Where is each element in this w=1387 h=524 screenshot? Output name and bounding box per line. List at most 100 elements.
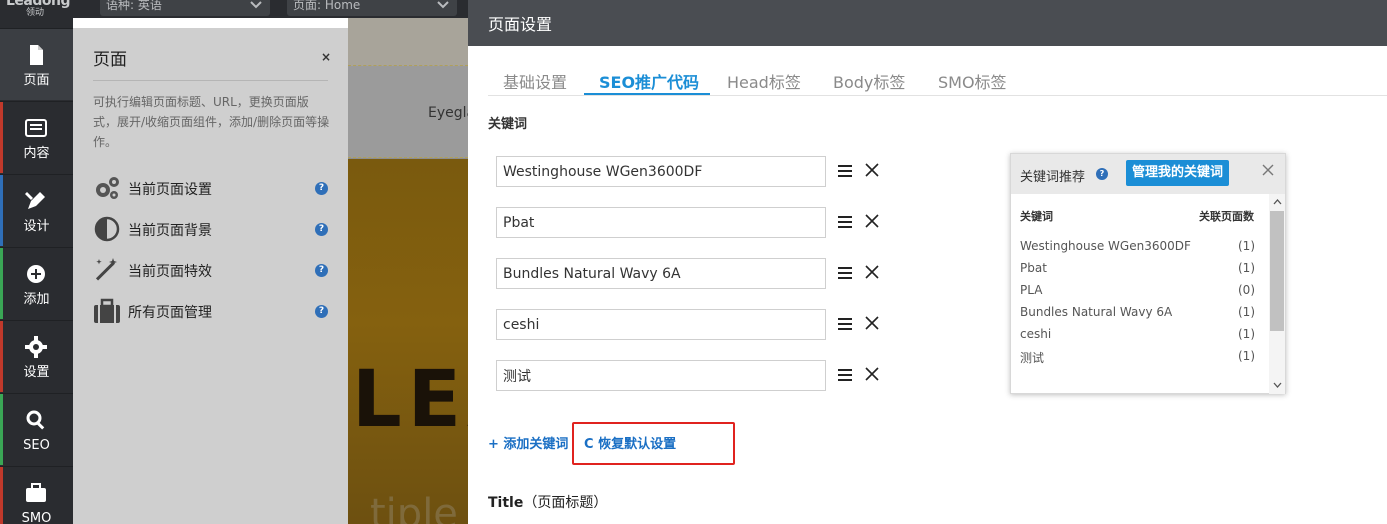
briefcase-icon [94, 298, 120, 323]
keyword-row [496, 309, 896, 340]
add-icon [27, 265, 45, 283]
highlight-box [572, 422, 735, 465]
recommend-row[interactable]: 测试 (1) [1020, 349, 1255, 369]
drag-handle-icon[interactable] [838, 216, 852, 228]
recommend-row[interactable]: Bundles Natural Wavy 6A (1) [1020, 305, 1255, 325]
close-icon[interactable] [865, 367, 879, 381]
page-panel: 页面 × 可执行编辑页面标题、URL，更换页面版式，展开/收缩页面组件，添加/删… [73, 28, 348, 524]
recommend-header: 关键词推荐 ? 管理我的关键词 [1011, 154, 1285, 194]
page-select-value: 页面: Home [293, 0, 361, 12]
recommend-keyword: Westinghouse WGen3600DF [1020, 239, 1191, 253]
nav-label: SMO [21, 511, 52, 524]
column-header-count: 关联页面数 [1199, 210, 1254, 223]
nav-item-settings[interactable]: 设置 [0, 320, 73, 392]
nav-label: 设计 [23, 219, 50, 234]
recommend-count: (1) [1238, 305, 1255, 319]
keyword-input[interactable] [496, 309, 826, 340]
site-preview: Eyegla LEA tiple [348, 18, 468, 524]
nav-label: 内容 [23, 146, 50, 161]
recommend-row[interactable]: Westinghouse WGen3600DF (1) [1020, 239, 1255, 259]
preview-bottom-text: tiple [370, 491, 458, 524]
gears-icon [96, 177, 119, 199]
help-icon[interactable]: ? [315, 305, 328, 318]
all-pages-item[interactable]: 所有页面管理 ? [93, 297, 333, 325]
nav-item-content[interactable]: 内容 [0, 101, 73, 173]
keyword-row [496, 156, 896, 187]
manage-keywords-button[interactable]: 管理我的关键词 [1126, 160, 1230, 186]
page-panel-description: 可执行编辑页面标题、URL，更换页面版式，展开/收缩页面组件，添加/删除页面等操… [93, 95, 330, 149]
recommend-count: (1) [1238, 349, 1255, 363]
tab-head[interactable]: Head标签 [727, 69, 801, 93]
language-select-value: 语种: 英语 [106, 0, 162, 12]
close-icon[interactable] [1262, 164, 1274, 176]
chevron-down-icon [250, 1, 262, 9]
contrast-icon [94, 216, 120, 242]
recommend-row[interactable]: Pbat (1) [1020, 261, 1255, 281]
chevron-down-icon[interactable] [1273, 382, 1282, 389]
chevron-up-icon[interactable] [1273, 198, 1282, 205]
page-effects-item[interactable]: 当前页面特效 ? [93, 256, 333, 284]
language-select[interactable]: 语种: 英语 [100, 0, 270, 16]
help-icon[interactable]: ? [1096, 168, 1108, 180]
tab-basic[interactable]: 基础设置 [503, 69, 567, 93]
preview-big-text: LEA [352, 355, 468, 445]
scrollbar-thumb[interactable] [1270, 211, 1284, 331]
page-settings-dialog: 页面设置 基础设置 SEO推广代码 Head标签 Body标签 SMO标签 关键… [468, 0, 1387, 524]
dialog-header: 页面设置 [468, 0, 1387, 46]
tab-body[interactable]: Body标签 [833, 69, 905, 93]
nav-item-smo[interactable]: SMO [0, 466, 73, 524]
title-field-label: Title（页面标题） [488, 492, 607, 512]
tab-smo[interactable]: SMO标签 [938, 69, 1007, 93]
magic-wand-icon [95, 258, 117, 281]
dialog-title: 页面设置 [488, 15, 553, 34]
nav-label: 设置 [23, 365, 50, 380]
close-icon[interactable] [865, 214, 879, 228]
recommend-row[interactable]: ceshi (1) [1020, 327, 1255, 347]
recommend-count: (1) [1238, 261, 1255, 275]
keyword-input[interactable] [496, 207, 826, 238]
close-icon[interactable] [865, 316, 879, 330]
preview-hero [348, 159, 468, 524]
drag-handle-icon[interactable] [838, 318, 852, 330]
nav-item-seo[interactable]: SEO [0, 393, 73, 465]
page-effects-label: 当前页面特效 [128, 264, 212, 280]
recommend-keyword: ceshi [1020, 327, 1052, 341]
left-nav: Leadong 领动 页面 内容 设计 添加 设置 SEO SMO [0, 0, 73, 524]
close-icon[interactable] [865, 265, 879, 279]
help-icon[interactable]: ? [315, 223, 328, 236]
recommend-row[interactable]: PLA (0) [1020, 283, 1255, 303]
keyword-input[interactable] [496, 360, 826, 391]
close-icon[interactable] [865, 163, 879, 177]
divider [93, 80, 328, 81]
drag-handle-icon[interactable] [838, 369, 852, 381]
help-icon[interactable]: ? [315, 264, 328, 277]
search-icon [26, 410, 45, 430]
page-panel-close-button[interactable]: × [321, 50, 331, 64]
keywords-label: 关键词 [488, 117, 528, 132]
page-background-label: 当前页面背景 [128, 223, 212, 239]
nav-label: SEO [23, 438, 50, 453]
scrollbar[interactable] [1269, 194, 1285, 394]
recommend-keyword: PLA [1020, 283, 1043, 297]
nav-label: 添加 [23, 292, 50, 307]
page-select[interactable]: 页面: Home [287, 0, 457, 16]
tab-seo[interactable]: SEO推广代码 [599, 69, 699, 93]
recommend-count: (0) [1238, 283, 1255, 297]
page-icon [30, 45, 43, 65]
keyword-input[interactable] [496, 156, 826, 187]
help-icon[interactable]: ? [315, 182, 328, 195]
nav-label: 页面 [23, 73, 50, 88]
add-keyword-link[interactable]: + 添加关键词 [488, 433, 568, 452]
recommend-count: (1) [1238, 327, 1255, 341]
design-icon [25, 192, 45, 209]
keyword-input[interactable] [496, 258, 826, 289]
active-tab-indicator [584, 93, 710, 95]
drag-handle-icon[interactable] [838, 267, 852, 279]
nav-item-design[interactable]: 设计 [0, 174, 73, 246]
recommend-title: 关键词推荐 [1020, 170, 1086, 185]
drag-handle-icon[interactable] [838, 165, 852, 177]
nav-item-add[interactable]: 添加 [0, 247, 73, 319]
page-settings-item[interactable]: 当前页面设置 ? [93, 174, 333, 202]
nav-item-page[interactable]: 页面 [0, 28, 73, 100]
page-background-item[interactable]: 当前页面背景 ? [93, 215, 333, 243]
